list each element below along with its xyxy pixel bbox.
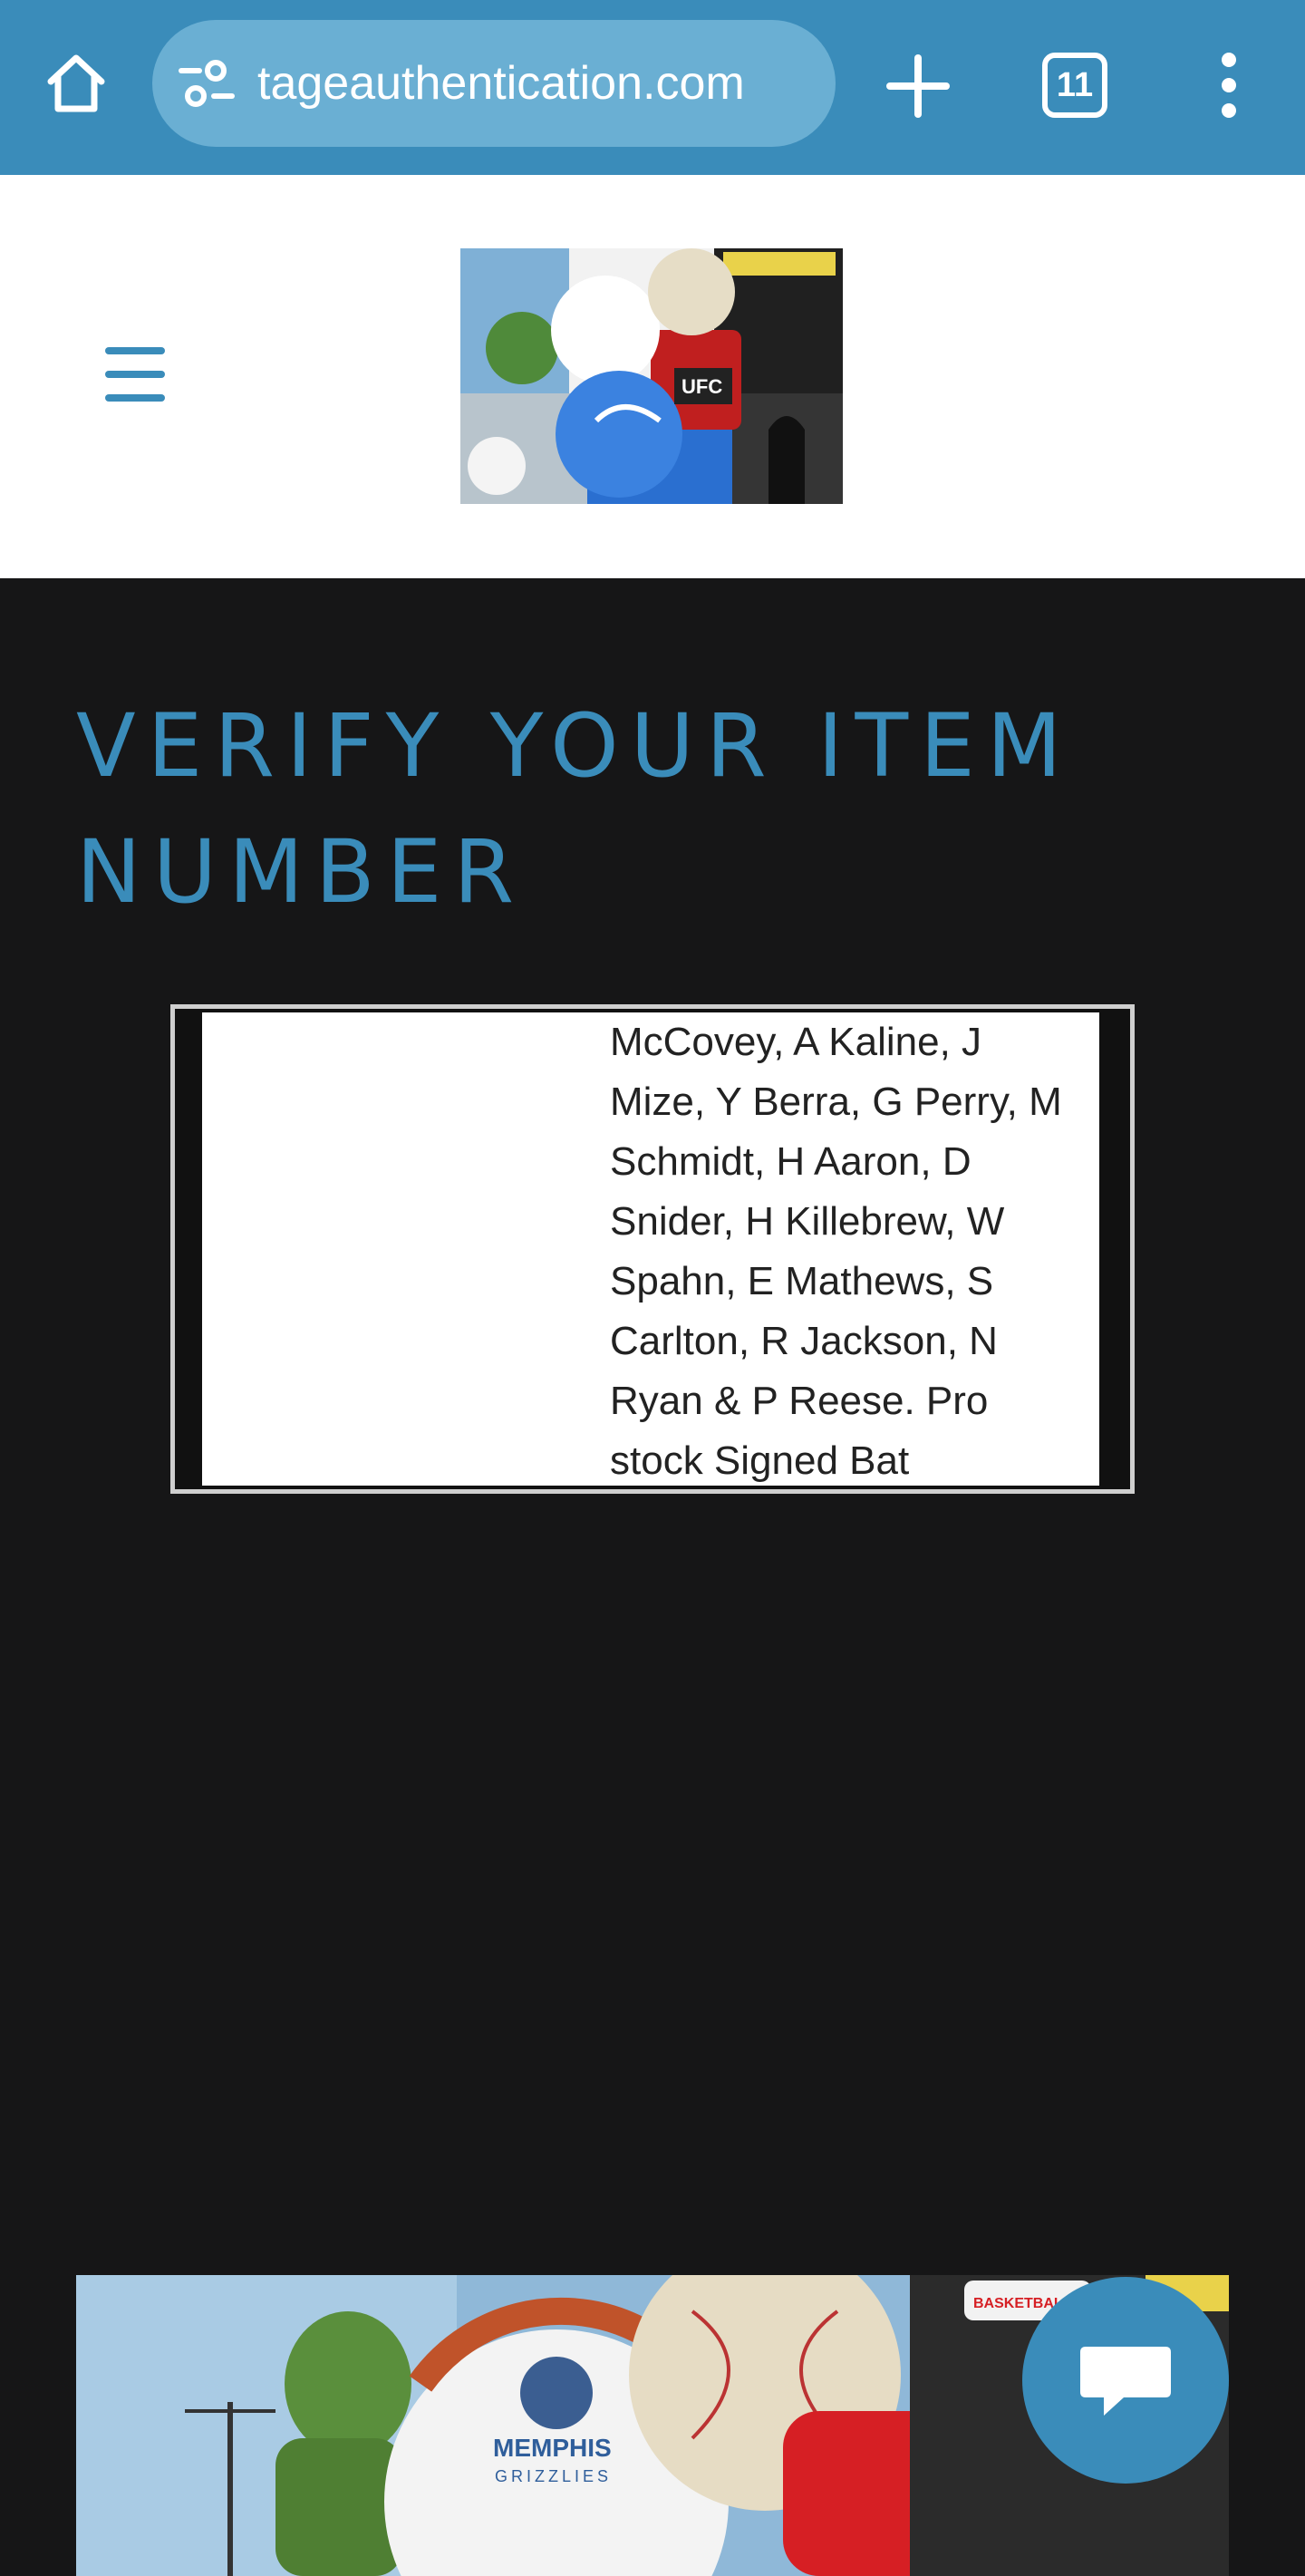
tab-count: 11 (1056, 65, 1094, 104)
address-bar[interactable]: tageauthentication.com (152, 20, 836, 147)
banner-team-line1: MEMPHIS (493, 2434, 612, 2462)
plus-icon (886, 54, 950, 118)
tab-switcher-button[interactable]: 11 (1042, 53, 1107, 118)
chat-button[interactable] (1022, 2277, 1229, 2484)
item-embed-content[interactable]: McCovey, A Kaline, J Mize, Y Berra, G Pe… (202, 1012, 1099, 1486)
page-title: VERIFY YOUR ITEM NUMBER (76, 695, 1074, 923)
home-icon (47, 54, 105, 112)
home-button[interactable] (40, 47, 112, 120)
site-header: UFC (0, 175, 1305, 578)
item-description: McCovey, A Kaline, J Mize, Y Berra, G Pe… (610, 1020, 1062, 1483)
hamburger-icon[interactable] (105, 347, 174, 405)
site-logo[interactable]: UFC (460, 248, 843, 504)
logo-collage-image: UFC (460, 248, 843, 504)
chat-bubble-icon (1080, 2347, 1171, 2416)
logo-ufc-text: UFC (682, 375, 722, 398)
more-vert-icon[interactable] (1202, 49, 1256, 121)
browser-toolbar: tageauthentication.com 11 (0, 0, 1305, 175)
item-embed-frame: McCovey, A Kaline, J Mize, Y Berra, G Pe… (170, 1004, 1135, 1494)
url-text[interactable]: tageauthentication.com (257, 20, 819, 147)
site-settings-icon[interactable] (176, 56, 237, 111)
new-tab-button[interactable] (879, 47, 957, 125)
banner-team-line2: GRIZZLIES (495, 2467, 612, 2485)
